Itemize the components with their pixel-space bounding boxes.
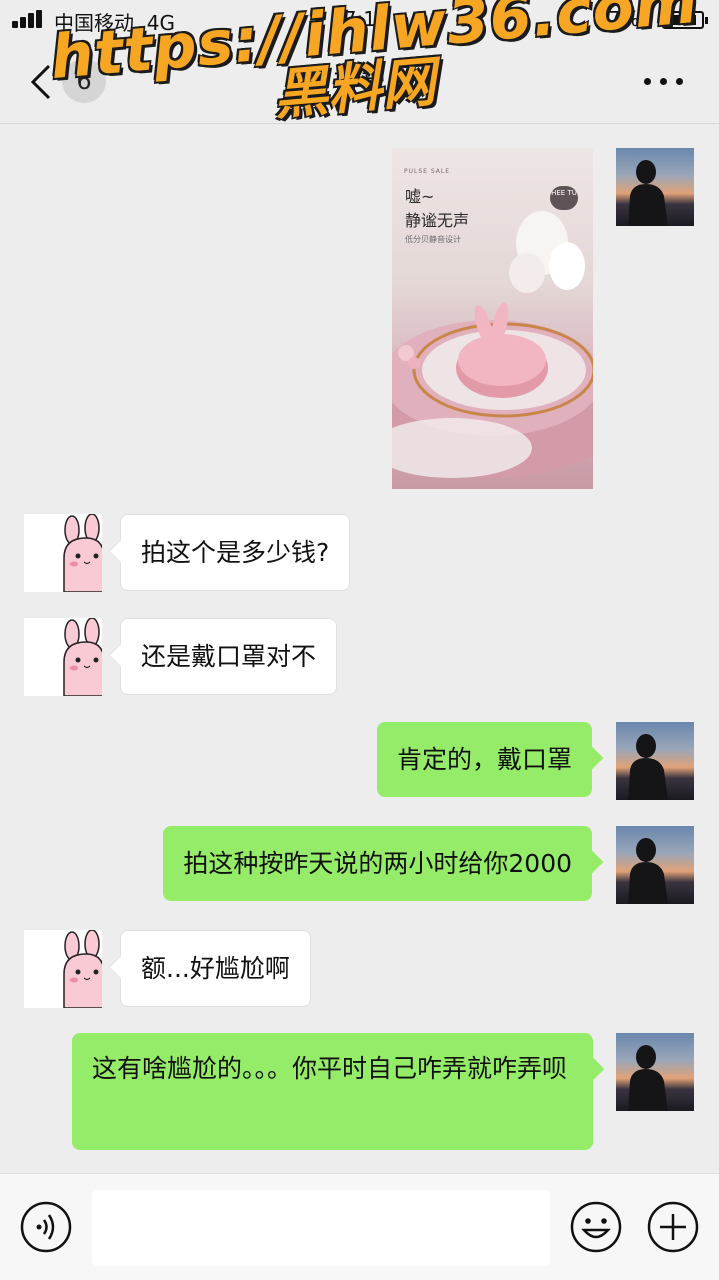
image-tiny-text: PULSE SALE [404, 168, 451, 175]
avatar-self[interactable] [616, 826, 694, 904]
bunny-avatar-icon [63, 514, 102, 592]
chat-title: 可爱 [333, 70, 386, 100]
network-label: 4G [146, 11, 175, 35]
emoji-icon[interactable] [569, 1200, 623, 1254]
person-silhouette-icon [628, 1045, 668, 1111]
signal-icon [12, 10, 46, 28]
chat-header: 6 可爱 [0, 40, 719, 124]
message-bubble-self[interactable]: 肯定的，戴口罩 [376, 722, 592, 797]
person-silhouette-icon [628, 838, 668, 904]
avatar-self[interactable] [616, 1033, 694, 1111]
person-silhouette-icon [628, 160, 668, 226]
bunny-avatar-icon [63, 618, 102, 696]
plus-icon[interactable] [646, 1200, 700, 1254]
voice-icon[interactable] [19, 1200, 73, 1254]
clock: 17:18 [331, 7, 389, 31]
image-message[interactable]: PULSE SALE 嘘~ 静谧无声 低分贝静音设计 HEE TU [392, 148, 593, 489]
avatar-self[interactable] [616, 148, 694, 226]
battery-icon [662, 11, 708, 29]
message-bubble-self[interactable]: 这有啥尴尬的。。。你平时自己咋弄就咋弄呗 [72, 1033, 593, 1150]
person-silhouette-icon [628, 734, 668, 800]
message-bubble-other[interactable]: 额...好尴尬啊 [120, 930, 311, 1007]
message-input[interactable] [92, 1190, 550, 1266]
avatar-other[interactable] [24, 930, 102, 1008]
battery-level [666, 15, 696, 25]
image-subline: 低分贝静音设计 [405, 235, 461, 244]
bunny-avatar-icon [63, 930, 102, 1008]
message-bubble-other[interactable]: 拍这个是多少钱? [120, 514, 351, 591]
carrier-label: 中国移动 4G [54, 11, 175, 35]
avatar-other[interactable] [24, 618, 102, 696]
avatar-self[interactable] [616, 722, 694, 800]
image-headline: 嘘~ 静谧无声 [405, 187, 470, 230]
avatar-other[interactable] [24, 514, 102, 592]
battery-percent: 7% [608, 7, 640, 31]
message-bubble-self[interactable]: 拍这种按昨天说的两小时给你2000 [163, 826, 592, 901]
input-bar [0, 1173, 719, 1280]
image-tag: HEE TU [550, 186, 578, 210]
more-icon[interactable] [644, 78, 684, 86]
status-bar: 中国移动 4G 17:18 7% [0, 0, 719, 40]
message-bubble-other[interactable]: 还是戴口罩对不 [120, 618, 338, 695]
